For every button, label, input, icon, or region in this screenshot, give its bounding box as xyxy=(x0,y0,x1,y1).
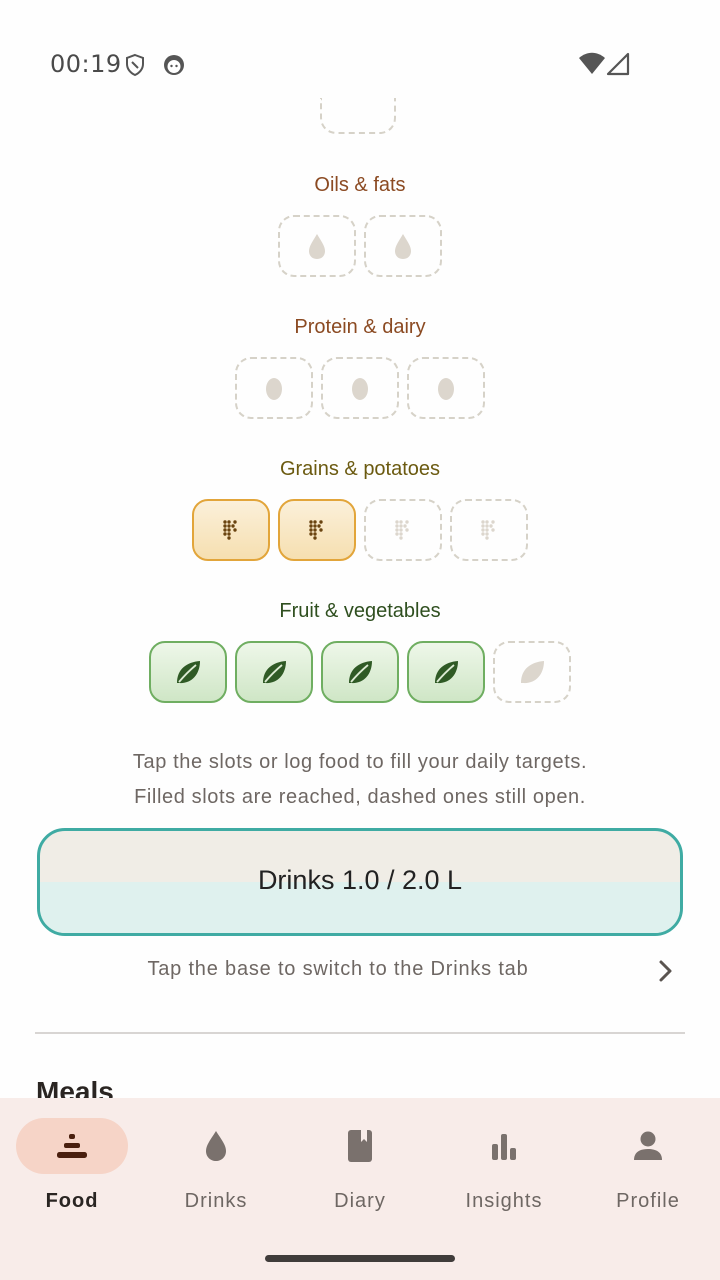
slot-fruit-veg-1[interactable] xyxy=(149,641,227,703)
slot-fruit-veg-3[interactable] xyxy=(321,641,399,703)
status-time: 00:19 xyxy=(50,50,122,78)
slot-oils-2[interactable] xyxy=(364,215,442,277)
slot-grains-1[interactable] xyxy=(192,499,270,561)
person-icon xyxy=(634,1131,662,1160)
slot-grains-2[interactable] xyxy=(278,499,356,561)
nav-tab-diary[interactable]: Diary xyxy=(288,1118,432,1228)
nav-tab-drinks[interactable]: Drinks xyxy=(144,1118,288,1228)
tier-label-oils: Oils & fats xyxy=(314,174,406,196)
slot-fruit-veg-2[interactable] xyxy=(235,641,313,703)
chevron-right-icon xyxy=(659,960,672,982)
wifi-icon xyxy=(579,52,605,74)
slot-oils-1[interactable] xyxy=(278,215,356,277)
drinks-label: Drinks 1.0 / 2.0 L xyxy=(257,865,463,895)
leaf-icon xyxy=(263,661,286,684)
grain-icon xyxy=(481,520,495,540)
egg-icon xyxy=(266,378,282,400)
pyramid-icon xyxy=(57,1134,87,1158)
nav-label-profile: Profile xyxy=(616,1190,680,1212)
switch-hint-text: Tap the base to switch to the Drinks tab xyxy=(147,958,529,980)
cell-signal-icon xyxy=(606,52,630,76)
egg-icon xyxy=(352,378,368,400)
grain-icon xyxy=(223,520,237,540)
pyramid-top-slot[interactable] xyxy=(320,98,396,134)
home-indicator xyxy=(265,1255,455,1262)
nav-label-food: Food xyxy=(45,1190,99,1212)
grain-icon xyxy=(395,520,409,540)
section-divider xyxy=(35,1032,685,1034)
book-icon xyxy=(348,1130,372,1162)
leaf-icon xyxy=(177,661,200,684)
nav-tab-food[interactable]: Food xyxy=(0,1118,144,1228)
nav-label-diary: Diary xyxy=(334,1190,386,1212)
leaf-icon xyxy=(349,661,372,684)
slot-fruit-veg-4[interactable] xyxy=(407,641,485,703)
help-text-line-2: Filled slots are reached, dashed ones st… xyxy=(134,786,586,808)
tier-label-protein: Protein & dairy xyxy=(294,316,426,338)
drop-icon xyxy=(206,1131,226,1161)
drinks-base-button[interactable]: Drinks 1.0 / 2.0 L xyxy=(37,828,683,936)
slot-grains-4[interactable] xyxy=(450,499,528,561)
nav-tab-insights[interactable]: Insights xyxy=(432,1118,576,1228)
drop-icon xyxy=(395,234,411,259)
grain-icon xyxy=(309,520,323,540)
nav-tab-profile[interactable]: Profile xyxy=(576,1118,720,1228)
slot-fruit-veg-5[interactable] xyxy=(493,641,571,703)
tier-label-grains: Grains & potatoes xyxy=(279,458,441,480)
leaf-icon xyxy=(521,661,544,684)
help-text-line-1: Tap the slots or log food to fill your d… xyxy=(132,751,588,773)
egg-icon xyxy=(438,378,454,400)
cat-face-icon xyxy=(164,55,184,75)
bar-chart-icon xyxy=(492,1134,516,1160)
bottom-navigation: Food Drinks Diary Insights Profile xyxy=(0,1098,720,1280)
tier-label-fruit-veg: Fruit & vegetables xyxy=(279,600,441,622)
nav-label-drinks: Drinks xyxy=(184,1190,248,1212)
slot-protein-3[interactable] xyxy=(407,357,485,419)
slot-protein-2[interactable] xyxy=(321,357,399,419)
slot-protein-1[interactable] xyxy=(235,357,313,419)
drop-icon xyxy=(309,234,325,259)
slot-grains-3[interactable] xyxy=(364,499,442,561)
nav-label-insights: Insights xyxy=(465,1190,543,1212)
switch-to-drinks-link[interactable]: Tap the base to switch to the Drinks tab xyxy=(36,950,684,994)
shield-icon xyxy=(126,53,144,77)
leaf-icon xyxy=(435,661,458,684)
